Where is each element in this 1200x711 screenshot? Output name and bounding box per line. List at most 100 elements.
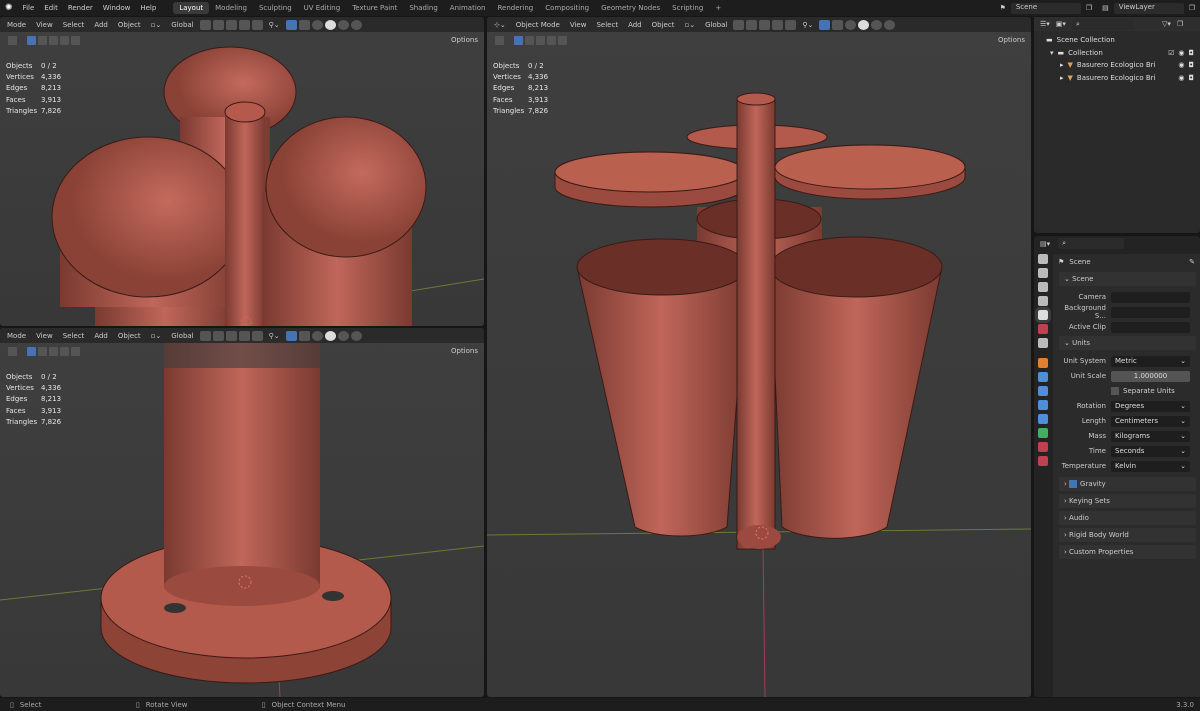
outliner-object[interactable]: ▸ ▼ Basurero Ecologico Bri ◉ ◘	[1046, 59, 1200, 72]
checkbox-icon[interactable]: ☑	[1168, 49, 1174, 57]
wireframe-shading-icon[interactable]	[311, 19, 323, 30]
tab-workspace[interactable]: Shading	[403, 2, 443, 14]
rendered-shading-icon[interactable]	[350, 19, 362, 30]
solid-shading-icon[interactable]	[324, 19, 336, 30]
select-intersect-icon[interactable]	[71, 346, 80, 356]
snap-target-icon[interactable]	[225, 19, 237, 30]
tab-workspace[interactable]: Modeling	[209, 2, 253, 14]
menu-render[interactable]: Render	[63, 4, 98, 12]
select-new-icon[interactable]	[514, 35, 523, 45]
new-view-layer-icon[interactable]: ❐	[1184, 4, 1200, 12]
scene-icon[interactable]: ⚑	[995, 4, 1011, 12]
falloff-icon[interactable]	[785, 19, 797, 30]
viewport-top-left[interactable]: Mode View Select Add Object ▫⌄ Global ⚲⌄ Options…	[0, 17, 484, 326]
camera-icon[interactable]: ◘	[1188, 61, 1194, 69]
select-subtract-icon[interactable]	[49, 346, 58, 356]
tab-workspace[interactable]: Animation	[444, 2, 492, 14]
outliner-scene-collection[interactable]: ▬ Scene Collection	[1046, 34, 1200, 47]
outliner-collection[interactable]: ▾ ▬ Collection ☑ ◉ ◘	[1046, 47, 1200, 60]
pivot-icon[interactable]	[199, 19, 211, 30]
transform-icon[interactable]: ▫⌄	[146, 21, 167, 29]
camera-icon[interactable]: ◘	[1188, 49, 1194, 57]
select-extend-icon[interactable]	[38, 346, 47, 356]
new-collection-icon[interactable]: ❐	[1177, 20, 1183, 28]
object-tab-icon[interactable]	[1038, 358, 1048, 368]
unit-scale-field[interactable]: 1.000000	[1111, 370, 1190, 382]
tab-workspace[interactable]: Scripting	[666, 2, 709, 14]
options-dropdown[interactable]: Options	[451, 347, 478, 355]
visibility-icon[interactable]: ⚲⌄	[264, 21, 285, 29]
rendered-shading-icon[interactable]	[884, 19, 896, 30]
output-tab-icon[interactable]	[1038, 282, 1048, 292]
options-dropdown[interactable]: Options	[451, 36, 478, 44]
gravity-checkbox[interactable]	[1069, 480, 1078, 488]
particles-tab-icon[interactable]	[1038, 386, 1048, 396]
pivot-icon[interactable]	[199, 330, 211, 341]
outliner-search-input[interactable]: ⌕	[1071, 18, 1134, 30]
view-layer-icon[interactable]: ▤	[1097, 4, 1114, 12]
section-rigid-body-world[interactable]: › Rigid Body World	[1059, 528, 1196, 542]
menu-object[interactable]: Object	[113, 332, 146, 340]
overlays-icon[interactable]	[285, 19, 297, 30]
eye-icon[interactable]: ◉	[1178, 49, 1184, 57]
proportional-icon[interactable]	[772, 19, 784, 30]
transform-icon[interactable]: ▫⌄	[146, 332, 167, 340]
prop-field[interactable]	[1111, 306, 1190, 318]
active-tool-icon[interactable]	[8, 35, 17, 45]
select-invert-icon[interactable]	[547, 35, 556, 45]
temperature-dropdown[interactable]: Kelvin ⌄	[1111, 460, 1190, 472]
pivot-icon[interactable]	[733, 19, 745, 30]
tab-workspace[interactable]: Geometry Nodes	[595, 2, 666, 14]
new-scene-icon[interactable]: ❐	[1081, 4, 1097, 12]
prop-field[interactable]	[1111, 291, 1190, 303]
tab-workspace[interactable]: UV Editing	[298, 2, 347, 14]
material-shading-icon[interactable]	[337, 330, 349, 341]
menu-object[interactable]: Object	[647, 21, 680, 29]
select-intersect-icon[interactable]	[71, 35, 80, 45]
rendered-shading-icon[interactable]	[350, 330, 362, 341]
blender-logo-icon[interactable]: ✺	[0, 3, 18, 13]
separate-units-checkbox[interactable]	[1111, 387, 1119, 395]
world-tab-icon[interactable]	[1038, 324, 1048, 334]
select-subtract-icon[interactable]	[49, 35, 58, 45]
time-dropdown[interactable]: Seconds ⌄	[1111, 445, 1190, 457]
select-invert-icon[interactable]	[60, 346, 69, 356]
data-tab-icon[interactable]	[1038, 428, 1048, 438]
menu-object[interactable]: Object	[113, 21, 146, 29]
falloff-icon[interactable]	[251, 19, 263, 30]
display-mode-icon[interactable]: ☰▾	[1040, 20, 1050, 28]
filter-icon[interactable]: ▽▾	[1162, 20, 1171, 28]
modifier-tab-icon[interactable]	[1038, 372, 1048, 382]
tab-workspace[interactable]: +	[709, 2, 727, 14]
section-keying-sets[interactable]: › Keying Sets	[1059, 494, 1196, 508]
section-custom-properties[interactable]: › Custom Properties	[1059, 545, 1196, 559]
properties-search-input[interactable]: ⌕	[1058, 238, 1125, 249]
scene-selector[interactable]: Scene	[1010, 2, 1081, 14]
tab-workspace[interactable]: Rendering	[491, 2, 539, 14]
tool-tab-icon[interactable]	[1038, 254, 1048, 264]
snap-target-icon[interactable]	[759, 19, 771, 30]
scene-tab-icon[interactable]	[1035, 307, 1051, 323]
transform-orientation-dropdown[interactable]: Global	[166, 332, 198, 340]
tab-workspace[interactable]: Texture Paint	[346, 2, 403, 14]
collection-tab-icon[interactable]	[1038, 338, 1048, 348]
menu-file[interactable]: File	[18, 4, 40, 12]
solid-shading-icon[interactable]	[324, 330, 336, 341]
select-new-icon[interactable]	[27, 35, 36, 45]
proportional-icon[interactable]	[238, 330, 250, 341]
menu-view[interactable]: View	[31, 332, 58, 340]
mode-dropdown[interactable]: Object Mode	[511, 21, 565, 29]
snap-icon[interactable]	[746, 19, 758, 30]
menu-select[interactable]: Select	[58, 21, 90, 29]
length-dropdown[interactable]: Centimeters ⌄	[1111, 415, 1190, 427]
wireframe-shading-icon[interactable]	[845, 19, 857, 30]
filter-view-icon[interactable]: ▣▾	[1056, 20, 1066, 28]
separate-units-row[interactable]: Separate Units	[1053, 384, 1200, 398]
mass-dropdown[interactable]: Kilograms ⌄	[1111, 430, 1190, 442]
snap-target-icon[interactable]	[225, 330, 237, 341]
view-layer-selector[interactable]: ViewLayer	[1113, 2, 1184, 14]
editor-type-icon[interactable]: ▤▾	[1040, 240, 1050, 248]
menu-select[interactable]: Select	[591, 21, 623, 29]
falloff-icon[interactable]	[251, 330, 263, 341]
viewport-bottom-left[interactable]: Mode View Select Add Object ▫⌄ Global ⚲⌄ Options…	[0, 328, 484, 697]
